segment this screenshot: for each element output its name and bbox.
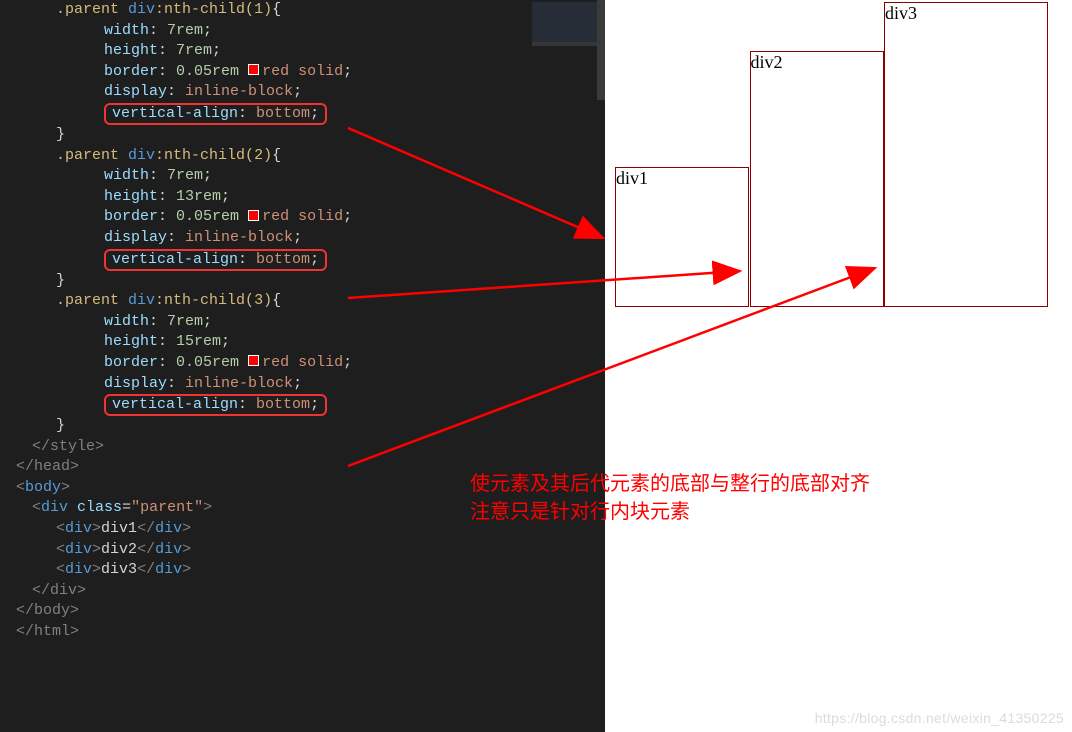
css-declaration: height: 7rem; xyxy=(8,41,597,62)
watermark: https://blog.csdn.net/weixin_41350225 xyxy=(815,710,1064,726)
brace-close: } xyxy=(8,416,597,437)
brace-close: } xyxy=(8,271,597,292)
css-declaration: border: 0.05rem red solid; xyxy=(8,353,597,374)
box-div1: div1 xyxy=(615,167,749,307)
css-declaration: height: 15rem; xyxy=(8,332,597,353)
child-div: <div>div3</div> xyxy=(8,560,597,581)
box-div3: div3 xyxy=(884,2,1048,307)
annotation-text: 使元素及其后代元素的底部与整行的底部对齐 注意只是针对行内块元素 xyxy=(470,470,870,526)
css-declaration: border: 0.05rem red solid; xyxy=(8,62,597,83)
css-declaration: display: inline-block; xyxy=(8,228,597,249)
color-swatch-icon xyxy=(248,210,259,221)
close-parent: </div> xyxy=(8,581,597,602)
box-div2: div2 xyxy=(750,51,884,307)
child-div: <div>div2</div> xyxy=(8,540,597,561)
css-declaration: width: 7rem; xyxy=(8,21,597,42)
css-declaration-highlighted: vertical-align: bottom; xyxy=(8,103,597,125)
css-declaration: width: 7rem; xyxy=(8,166,597,187)
close-style-tag: </style> xyxy=(8,437,597,458)
css-declaration: width: 7rem; xyxy=(8,312,597,333)
browser-preview: div1 div2 div3 xyxy=(605,0,1072,732)
color-swatch-icon xyxy=(248,64,259,75)
annotation-line-1: 使元素及其后代元素的底部与整行的底部对齐 xyxy=(470,470,870,498)
annotation-line-2: 注意只是针对行内块元素 xyxy=(470,498,870,526)
css-declaration: display: inline-block; xyxy=(8,82,597,103)
css-declaration-highlighted: vertical-align: bottom; xyxy=(8,394,597,416)
css-selector: .parent div:nth-child(2){ xyxy=(8,146,597,167)
color-swatch-icon xyxy=(248,355,259,366)
css-declaration: display: inline-block; xyxy=(8,374,597,395)
css-declaration-highlighted: vertical-align: bottom; xyxy=(8,249,597,271)
css-selector: .parent div:nth-child(3){ xyxy=(8,291,597,312)
close-body: </body> xyxy=(8,601,597,622)
scrollbar[interactable] xyxy=(597,0,605,100)
css-declaration: height: 13rem; xyxy=(8,187,597,208)
code-editor[interactable]: .parent div:nth-child(1){width: 7rem;hei… xyxy=(0,0,605,732)
css-declaration: border: 0.05rem red solid; xyxy=(8,207,597,228)
parent-container: div1 div2 div3 xyxy=(615,2,1072,307)
close-html: </html> xyxy=(8,622,597,643)
brace-close: } xyxy=(8,125,597,146)
css-selector: .parent div:nth-child(1){ xyxy=(8,0,597,21)
